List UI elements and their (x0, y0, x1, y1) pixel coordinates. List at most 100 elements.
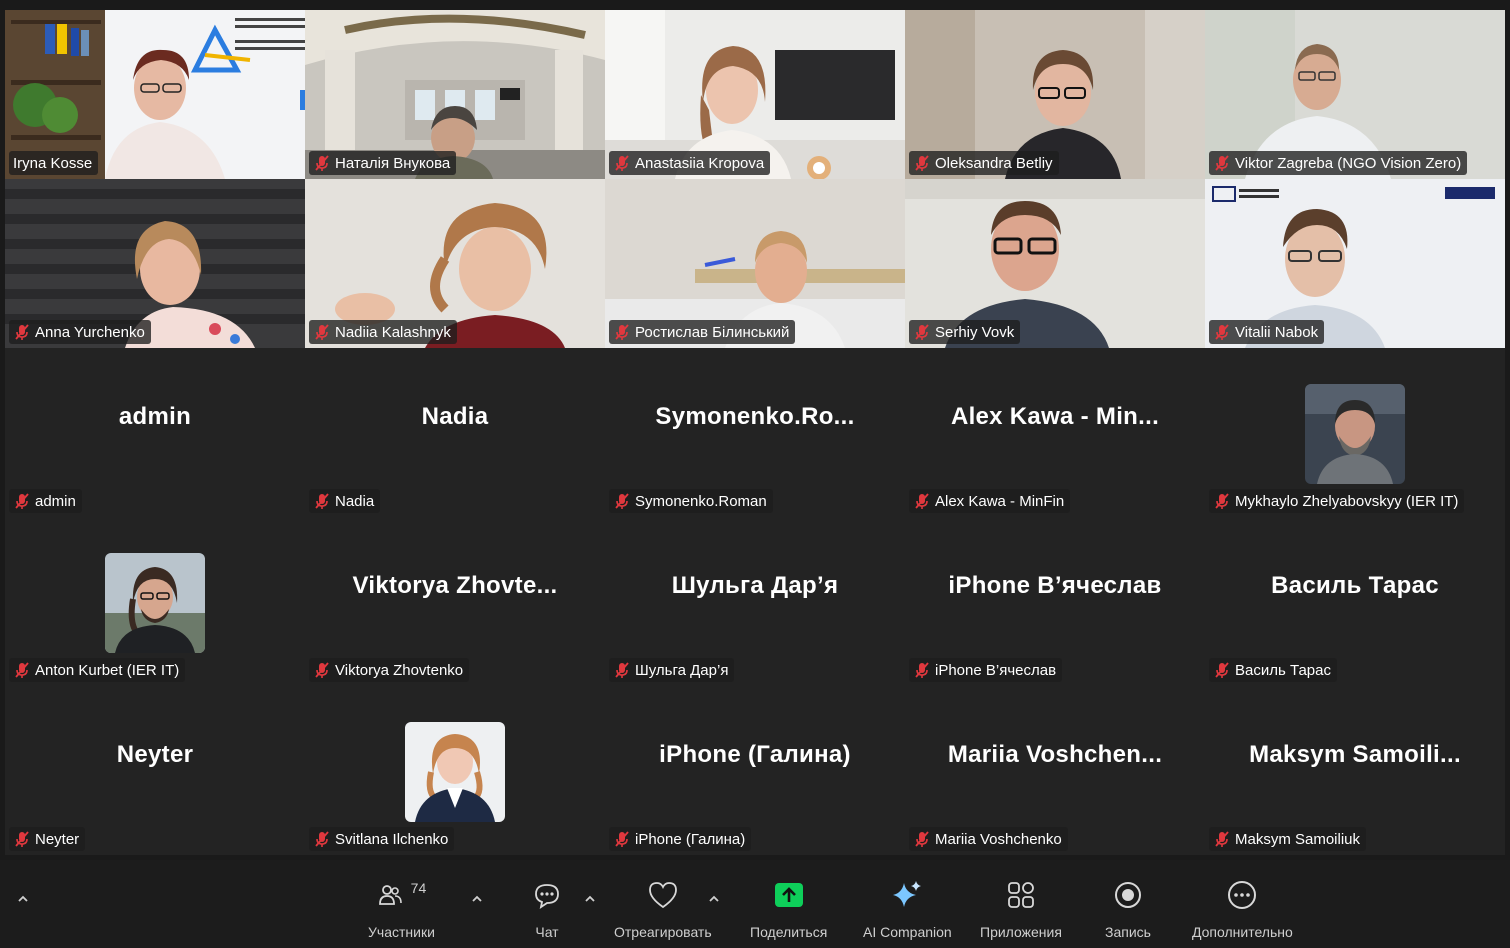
mic-muted-icon (315, 493, 329, 509)
participant-nametag: Serhiy Vovk (909, 320, 1021, 344)
video-tile-nadiia-kalashnyk[interactable]: Nadiia Kalashnyk (305, 179, 605, 348)
more-button[interactable]: Дополнительно (1192, 878, 1293, 940)
participant-tile-alex-kawa[interactable]: Alex Kawa - Min... Alex Kawa - MinFin (905, 348, 1205, 517)
apps-icon (1008, 882, 1034, 908)
participant-tile-svitlana-ilchenko[interactable]: Svitlana Ilchenko (305, 686, 605, 855)
video-tile-anastasiia-kropova[interactable]: Anastasiia Kropova (605, 10, 905, 179)
participant-name: Viktorya Zhovtenko (335, 661, 464, 679)
participant-tile-shulha-daria[interactable]: Шульга Дар’я Шульга Дар’я (605, 517, 905, 686)
participant-tile-nadia[interactable]: Nadia Nadia (305, 348, 605, 517)
participant-name: Anastasiia Kropova (635, 154, 765, 172)
participant-nametag: Mykhaylo Zhelyabovskyy (IER IT) (1209, 489, 1465, 513)
video-tile-anna-yurchenko[interactable]: Anna Yurchenko (5, 179, 305, 348)
participant-tile-admin[interactable]: admin admin (5, 348, 305, 517)
apps-label: Приложения (980, 924, 1062, 940)
participant-nametag: Наталія Внукова (309, 151, 457, 175)
participants-count: 74 (410, 880, 427, 896)
share-screen-icon (774, 883, 803, 907)
participant-nametag: Nadia (309, 489, 381, 513)
share-screen-button[interactable]: Поделиться (750, 878, 827, 940)
react-button[interactable]: Отреагировать (614, 878, 712, 940)
participant-display-name: Шульга Дар’я (671, 571, 839, 599)
participant-nametag: Василь Тарас (1209, 658, 1337, 682)
ai-companion-button[interactable]: AI Companion (863, 878, 952, 940)
mic-muted-icon (1215, 155, 1229, 171)
mic-muted-icon (915, 155, 929, 171)
participant-display-name: Василь Тарас (1271, 571, 1439, 599)
participant-name: iPhone (Галина) (635, 830, 746, 848)
mic-muted-icon (615, 324, 629, 340)
participant-avatar (105, 553, 205, 653)
zoom-meeting-window: Iryna Kosse Наталія Внукова Anastasiia K… (0, 0, 1510, 948)
video-tile-nataliia-vnukova[interactable]: Наталія Внукова (305, 10, 605, 179)
ai-companion-label: AI Companion (863, 924, 952, 940)
chat-button[interactable]: Чат (532, 878, 562, 940)
video-tile-oleksandra-betliy[interactable]: Oleksandra Betliy (905, 10, 1205, 179)
heart-icon (648, 882, 677, 909)
apps-button[interactable]: Приложения (980, 878, 1062, 940)
participant-name: Mariia Voshchenko (935, 830, 1062, 848)
record-button[interactable]: Запись (1105, 878, 1151, 940)
participant-tile-maksym-samoiliuk[interactable]: Maksym Samoili... Maksym Samoiliuk (1205, 686, 1505, 855)
record-label: Запись (1105, 924, 1151, 940)
participant-name: Svitlana Ilchenko (335, 830, 449, 848)
participants-button[interactable]: 74 Участники (368, 878, 435, 940)
video-tile-rostyslav-bilynskyi[interactable]: Ростислав Білинський (605, 179, 905, 348)
participant-display-name: Nadia (421, 402, 489, 430)
share-label: Поделиться (750, 924, 828, 940)
video-tile-iryna-kosse[interactable]: Iryna Kosse (5, 10, 305, 179)
chat-icon (535, 884, 559, 909)
react-label: Отреагировать (614, 924, 712, 940)
video-tile-serhiy-vovk[interactable]: Serhiy Vovk (905, 179, 1205, 348)
participant-avatar (405, 722, 505, 822)
react-options-caret-icon[interactable] (707, 892, 721, 906)
participant-tile-anton-kurbet[interactable]: Anton Kurbet (IER IT) (5, 517, 305, 686)
participant-tile-vasyl-taras[interactable]: Василь Тарас Василь Тарас (1205, 517, 1505, 686)
participant-tile-iphone-viacheslav[interactable]: iPhone В’ячеслав iPhone В’ячеслав (905, 517, 1205, 686)
participant-name: Serhiy Vovk (935, 323, 1015, 341)
participant-tile-iphone-halyna[interactable]: iPhone (Галина) iPhone (Галина) (605, 686, 905, 855)
mic-muted-icon (915, 324, 929, 340)
participant-display-name: Viktorya Zhovte... (352, 571, 558, 599)
participant-nametag: Oleksandra Betliy (909, 151, 1059, 175)
participant-tile-viktorya-zhovtenko[interactable]: Viktorya Zhovte... Viktorya Zhovtenko (305, 517, 605, 686)
chat-options-caret-icon[interactable] (583, 892, 597, 906)
participant-nametag: admin (9, 489, 82, 513)
participant-tile-mykhaylo[interactable]: Mykhaylo Zhelyabovskyy (IER IT) (1205, 348, 1505, 517)
more-dots-icon (1228, 881, 1257, 909)
participant-display-name: Alex Kawa - Min... (950, 402, 1160, 430)
participant-nametag: Alex Kawa - MinFin (909, 489, 1071, 513)
toolbar-expand-caret-icon[interactable] (16, 892, 30, 906)
participant-nametag: Ростислав Білинський (609, 320, 796, 344)
participant-tile-neyter[interactable]: Neyter Neyter (5, 686, 305, 855)
video-tile-vitalii-nabok[interactable]: Vitalii Nabok (1205, 179, 1505, 348)
participant-avatar (1305, 384, 1405, 484)
participant-name: Maksym Samoiliuk (1235, 830, 1361, 848)
participant-nametag: Nadiia Kalashnyk (309, 320, 457, 344)
participant-nametag: Iryna Kosse (9, 151, 99, 175)
participant-tile-mariia-voshchenko[interactable]: Mariia Voshchen... Mariia Voshchenko (905, 686, 1205, 855)
participant-name: Наталія Внукова (335, 154, 451, 172)
video-tile-viktor-zagreba[interactable]: Viktor Zagreba (NGO Vision Zero) (1205, 10, 1505, 179)
mic-muted-icon (615, 155, 629, 171)
mic-muted-icon (15, 493, 29, 509)
participant-nametag: Symonenko.Roman (609, 489, 773, 513)
participant-name: admin (35, 492, 76, 510)
participant-display-name: admin (118, 402, 192, 430)
participant-nametag: Anton Kurbet (IER IT) (9, 658, 186, 682)
participants-label: Участники (368, 924, 435, 940)
mic-muted-icon (1215, 493, 1229, 509)
participant-nametag: Vitalii Nabok (1209, 320, 1325, 344)
more-label: Дополнительно (1192, 924, 1293, 940)
mic-muted-icon (315, 831, 329, 847)
participant-name: Viktor Zagreba (NGO Vision Zero) (1235, 154, 1462, 172)
mic-muted-icon (615, 831, 629, 847)
mic-muted-icon (615, 493, 629, 509)
mic-muted-icon (1215, 324, 1229, 340)
participant-display-name: Symonenko.Ro... (655, 402, 855, 430)
meeting-toolbar: 74 Участники Чат Отреагировать Поделитьс… (0, 860, 1510, 948)
participant-display-name: Neyter (116, 740, 194, 768)
participant-name: Шульга Дар’я (635, 661, 729, 679)
participants-options-caret-icon[interactable] (470, 892, 484, 906)
participant-tile-symonenko[interactable]: Symonenko.Ro... Symonenko.Roman (605, 348, 905, 517)
